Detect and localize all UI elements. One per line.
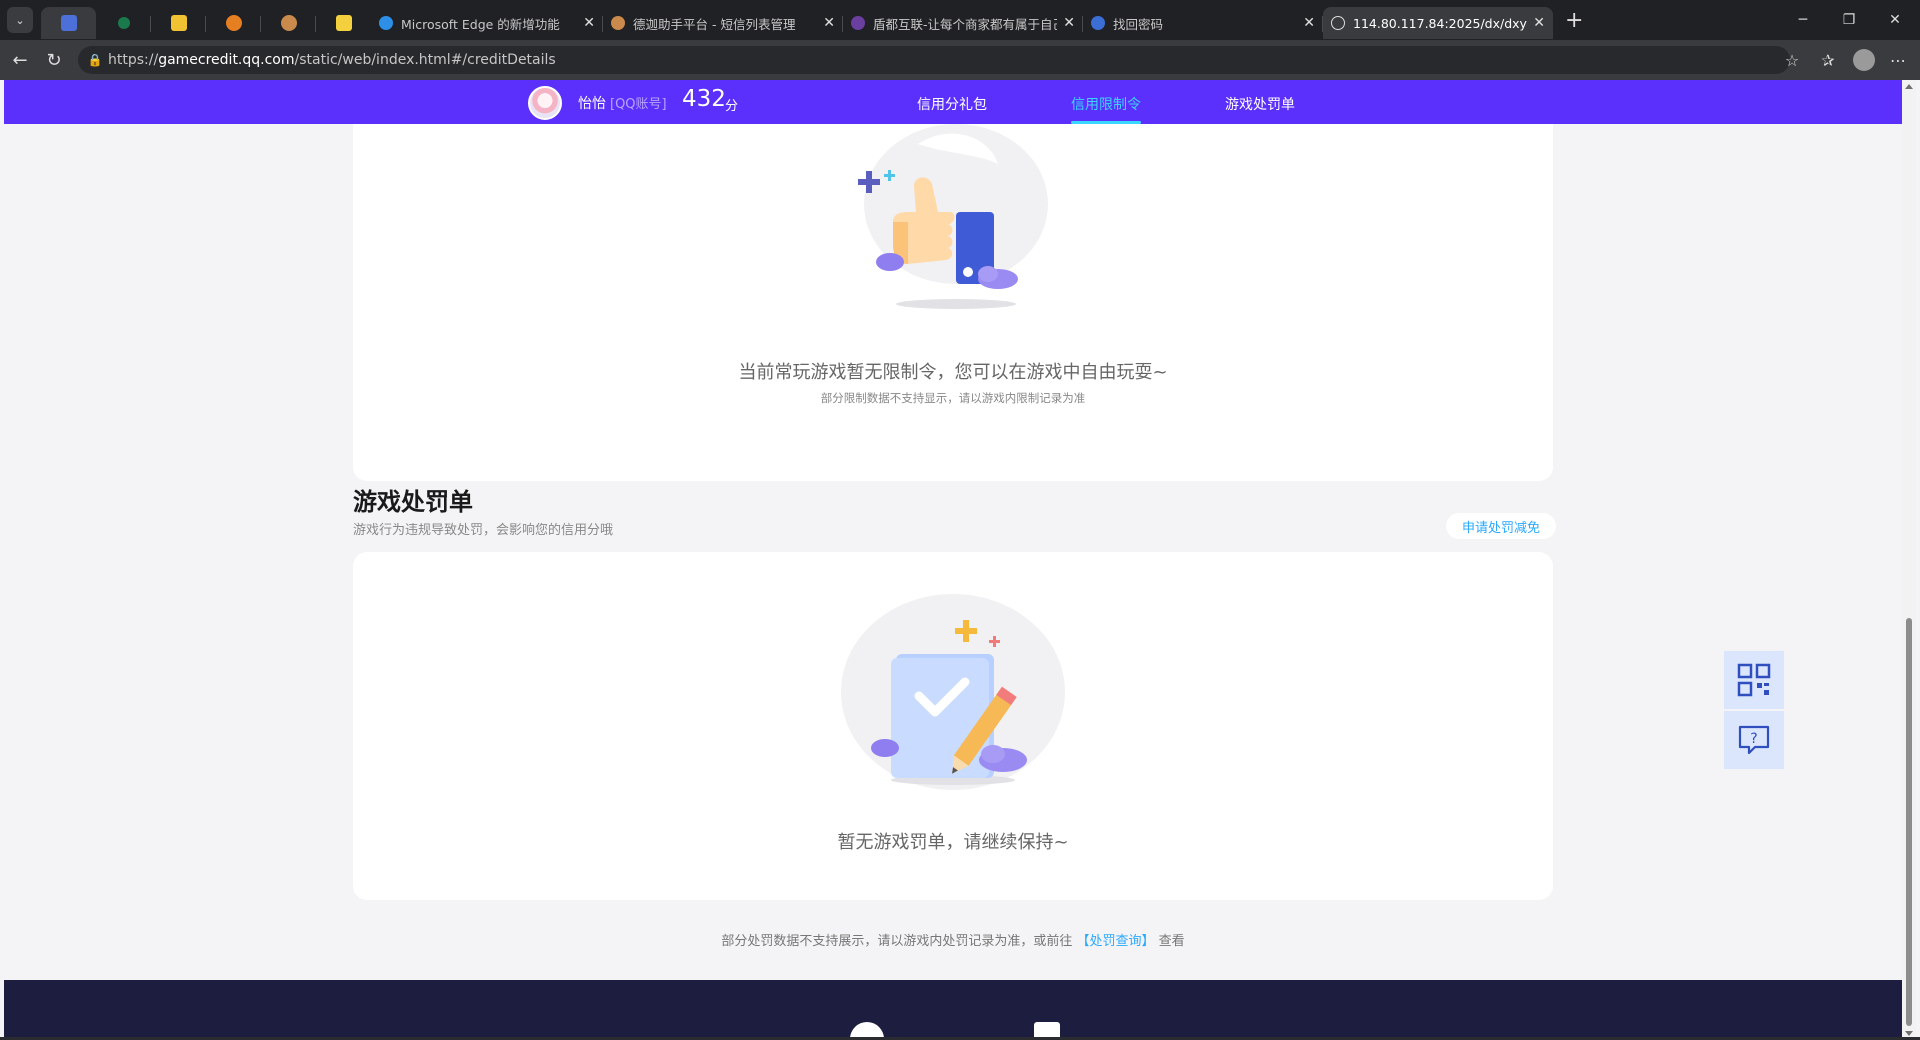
tab-title: Microsoft Edge 的新增功能: [401, 16, 560, 32]
pinned-tab-icon: [170, 15, 187, 31]
scroll-up-arrow[interactable]: [1905, 84, 1913, 89]
page-viewport: 怡怡 [QQ账号] 432 分 信用分礼包 信用限制令 游戏处罚单 当前常玩游戏…: [4, 80, 1902, 1037]
scroll-down-arrow[interactable]: [1905, 1031, 1913, 1036]
site-favicon-icon: [851, 16, 865, 30]
tab-title: 114.80.117.84:2025/dx/dxyonghud: [1353, 15, 1527, 31]
tab-title: 盾都互联-让每个商家都有属于自己: [873, 16, 1058, 32]
credit-score: 432: [682, 86, 726, 112]
apply-penalty-reduction-button[interactable]: 申请处罚减免: [1446, 513, 1556, 539]
pinned-tab-icon: [225, 15, 242, 31]
close-tab-icon[interactable]: ✕: [1303, 15, 1315, 31]
restore-button[interactable]: ❐: [1826, 0, 1872, 40]
pinned-tab-5[interactable]: [261, 7, 316, 39]
qrcode-button[interactable]: [1724, 651, 1784, 709]
tab-game-penalty[interactable]: 游戏处罚单: [1225, 94, 1295, 114]
wechat-icon[interactable]: [850, 1022, 884, 1037]
close-tab-icon[interactable]: ✕: [1063, 15, 1075, 31]
tab-dundu[interactable]: 盾都互联-让每个商家都有属于自己 ✕: [843, 7, 1083, 39]
page-scrollbar[interactable]: [1902, 80, 1916, 1040]
pinned-tab-4[interactable]: [206, 7, 261, 39]
close-tab-icon[interactable]: ✕: [1533, 15, 1545, 31]
globe-icon: [1331, 16, 1345, 30]
help-button[interactable]: ?: [1724, 711, 1784, 769]
penalty-empty-text: 暂无游戏罚单，请继续保持~: [837, 832, 1069, 853]
tab-credit-restriction[interactable]: 信用限制令: [1071, 94, 1141, 114]
pinned-tab-2[interactable]: [96, 7, 151, 39]
checklist-pencil-illustration: [841, 594, 1065, 790]
account-type: [QQ账号]: [610, 97, 667, 112]
refresh-button[interactable]: ↻: [37, 43, 71, 77]
close-tab-icon[interactable]: ✕: [823, 15, 835, 31]
qq-icon[interactable]: [1034, 1022, 1060, 1037]
tab-sms-list[interactable]: 德迦助手平台 - 短信列表管理 ✕: [603, 7, 843, 39]
close-window-button[interactable]: ✕: [1872, 0, 1918, 40]
minimize-button[interactable]: ─: [1780, 0, 1826, 40]
pinned-tab-icon: [60, 15, 77, 31]
penalty-footnote: 部分处罚数据不支持展示，请以游戏内处罚记录为准，或前往 【处罚查询】 查看: [721, 934, 1185, 949]
shield-icon: [1091, 16, 1105, 30]
lock-icon[interactable]: 🔒: [82, 53, 108, 67]
restriction-note: 部分限制数据不支持显示，请以游戏内限制记录为准: [820, 391, 1086, 405]
site-favicon-icon: [611, 16, 625, 30]
avatar[interactable]: [528, 86, 562, 120]
close-tab-icon[interactable]: ✕: [583, 15, 595, 31]
pinned-tab-icon: [117, 17, 130, 29]
tab-title: 德迦助手平台 - 短信列表管理: [633, 16, 796, 32]
penalty-query-link[interactable]: 【处罚查询】: [1076, 934, 1154, 949]
page-footer: [4, 980, 1902, 1037]
tab-title: 找回密码: [1113, 16, 1164, 32]
favorites-icon[interactable]: ✰: [1816, 46, 1840, 74]
profile-avatar[interactable]: [1852, 46, 1876, 74]
pinned-tab-3[interactable]: [151, 7, 206, 39]
tab-ip-address[interactable]: 114.80.117.84:2025/dx/dxyonghud ✕: [1323, 7, 1553, 39]
pinned-tab-icon: [280, 15, 297, 31]
tab-credit-gift[interactable]: 信用分礼包: [917, 94, 987, 114]
restriction-empty-text: 当前常玩游戏暂无限制令，您可以在游戏中自由玩耍~: [738, 362, 1168, 383]
new-tab-button[interactable]: +: [1565, 8, 1583, 33]
pinned-tab-icon: [335, 15, 352, 31]
penalty-card: 暂无游戏罚单，请继续保持~: [353, 552, 1553, 900]
pinned-tab-6[interactable]: [316, 7, 371, 39]
url-text: https://gamecredit.qq.com/static/web/ind…: [108, 52, 556, 68]
back-button[interactable]: ←: [3, 43, 37, 77]
help-icon: ?: [1738, 725, 1770, 755]
penalty-section-desc: 游戏行为违规导致处罚，会影响您的信用分哦: [353, 523, 614, 538]
browser-tab-bar: ⌄ Microsoft Edge 的新增功能 ✕ 德迦助手平台 - 短信列表管理…: [0, 0, 1920, 40]
address-input[interactable]: 🔒 https://gamecredit.qq.com/static/web/i…: [78, 46, 1790, 74]
tab-find-password[interactable]: 找回密码 ✕: [1083, 7, 1323, 39]
penalty-section-title: 游戏处罚单: [353, 488, 473, 516]
user-name: 怡怡: [578, 96, 606, 112]
restriction-card: 当前常玩游戏暂无限制令，您可以在游戏中自由玩耍~ 部分限制数据不支持显示，请以游…: [353, 124, 1553, 481]
tab-actions-menu-button[interactable]: ⌄: [7, 7, 33, 33]
pinned-tab-1[interactable]: [41, 7, 96, 39]
credit-score-unit: 分: [725, 99, 739, 114]
tab-edge-whats-new[interactable]: Microsoft Edge 的新增功能 ✕: [371, 7, 603, 39]
more-options-icon[interactable]: ⋯: [1886, 46, 1910, 74]
address-bar-row: ← ↻ 🔒 https://gamecredit.qq.com/static/w…: [0, 40, 1920, 80]
favorite-star-icon[interactable]: ☆: [1780, 46, 1804, 74]
svg-text:?: ?: [1750, 731, 1757, 747]
scrollbar-thumb[interactable]: [1906, 618, 1912, 1026]
qrcode-icon: [1737, 663, 1771, 697]
thumbs-up-illustration: [858, 124, 1048, 309]
edge-icon: [379, 16, 393, 30]
credit-top-nav: 怡怡 [QQ账号] 432 分 信用分礼包 信用限制令 游戏处罚单: [4, 80, 1902, 124]
